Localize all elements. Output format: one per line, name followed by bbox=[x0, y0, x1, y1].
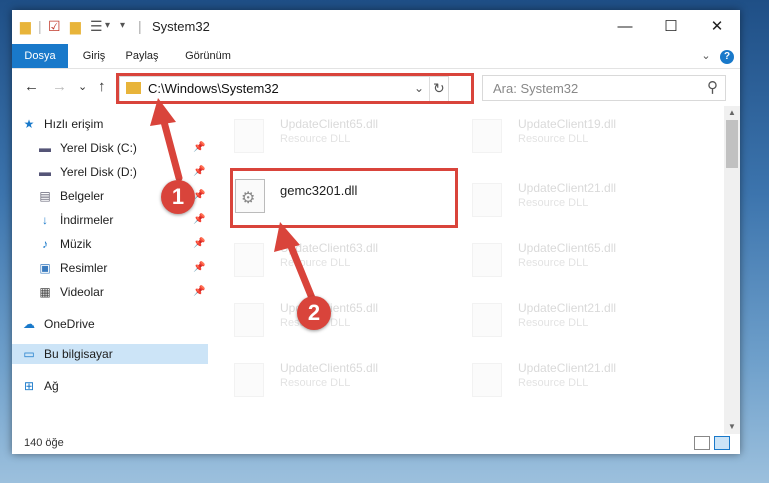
arrow-1-head bbox=[150, 98, 176, 126]
annotation-layer bbox=[150, 98, 316, 302]
arrow-2 bbox=[286, 240, 316, 302]
step-2-badge: 2 bbox=[297, 296, 331, 330]
arrow-2-head bbox=[274, 222, 300, 252]
arrow-1 bbox=[159, 114, 183, 182]
step-1-badge: 1 bbox=[161, 180, 195, 214]
